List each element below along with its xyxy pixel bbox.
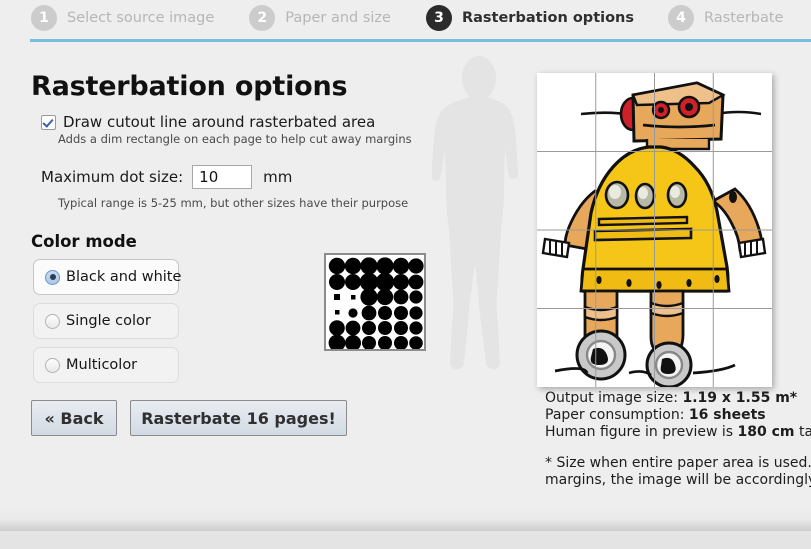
footnote-line-2: margins, the image will be accordingly s… bbox=[545, 472, 811, 488]
radio-black-and-white[interactable]: Black and white bbox=[33, 259, 182, 295]
human-figure-line: Human figure in preview is 180 cm tall bbox=[545, 424, 811, 441]
output-preview bbox=[432, 52, 811, 397]
step-4-label: Rasterbate bbox=[704, 10, 784, 26]
radio-multicolor[interactable]: Multicolor bbox=[33, 347, 179, 383]
human-figure-label: Human figure in preview is bbox=[545, 424, 734, 440]
human-figure-value: 180 cm bbox=[737, 424, 795, 440]
footnote-line-1: * Size when entire paper area is used. I… bbox=[545, 455, 811, 471]
output-info-panel: Output image size: 1.19 x 1.55 m* Paper … bbox=[545, 390, 811, 489]
color-mode-title: Color mode bbox=[31, 232, 137, 251]
radio-black-and-white-label: Black and white bbox=[66, 269, 182, 285]
cutout-line-label: Draw cutout line around rasterbated area bbox=[63, 113, 376, 131]
human-figure-suffix: tall bbox=[798, 424, 811, 440]
output-size-line: Output image size: 1.19 x 1.55 m* bbox=[545, 390, 811, 407]
step-3-label: Rasterbation options bbox=[461, 10, 635, 26]
max-dot-size-unit: mm bbox=[263, 168, 293, 186]
output-size-value: 1.19 x 1.55 m* bbox=[682, 390, 798, 406]
paper-consumption-line: Paper consumption: 16 sheets bbox=[545, 407, 811, 424]
radio-single-color-label: Single color bbox=[66, 313, 151, 329]
radio-single-color[interactable]: Single color bbox=[33, 303, 179, 339]
radio-selected-icon[interactable] bbox=[45, 269, 60, 285]
checkbox-checked-icon[interactable] bbox=[41, 114, 56, 130]
step-1[interactable]: 1 Select source image bbox=[31, 0, 214, 36]
step-2-label: Paper and size bbox=[285, 10, 391, 26]
header-divider bbox=[30, 39, 811, 42]
max-dot-size-row: Maximum dot size: mm bbox=[41, 165, 292, 189]
color-mode-radio-group: Black and white Single color Multicolor bbox=[33, 259, 182, 391]
radio-unselected-icon[interactable] bbox=[45, 357, 60, 373]
step-navigation: 1 Select source image 2 Paper and size 3… bbox=[0, 0, 811, 36]
max-dot-size-hint: Typical range is 5-25 mm, but other size… bbox=[58, 196, 409, 210]
step-3[interactable]: 3 Rasterbation options bbox=[425, 0, 635, 36]
cutout-line-checkbox-row[interactable]: Draw cutout line around rasterbated area bbox=[41, 113, 375, 131]
cutout-line-hint: Adds a dim rectangle on each page to hel… bbox=[58, 132, 412, 146]
page-title: Rasterbation options bbox=[31, 71, 348, 102]
max-dot-size-input[interactable] bbox=[192, 165, 253, 189]
preview-paper-sheet bbox=[537, 73, 772, 387]
step-2-number: 2 bbox=[249, 5, 276, 31]
step-1-label: Select source image bbox=[67, 10, 215, 26]
footer-shadow bbox=[0, 505, 811, 531]
paper-consumption-value: 16 sheets bbox=[688, 407, 766, 423]
robot-source-image bbox=[537, 73, 772, 387]
output-size-label: Output image size: bbox=[545, 390, 678, 406]
step-1-number: 1 bbox=[31, 5, 57, 31]
human-figure-silhouette bbox=[432, 56, 518, 369]
halftone-sample-image bbox=[324, 253, 426, 351]
radio-multicolor-label: Multicolor bbox=[66, 357, 138, 373]
step-2[interactable]: 2 Paper and size bbox=[249, 0, 391, 36]
back-button[interactable]: « Back bbox=[31, 400, 117, 436]
radio-unselected-icon[interactable] bbox=[45, 313, 60, 329]
max-dot-size-label: Maximum dot size: bbox=[41, 168, 184, 186]
step-4-number: 4 bbox=[668, 5, 695, 31]
rasterbator-options-page: 1 Select source image 2 Paper and size 3… bbox=[0, 0, 811, 549]
paper-consumption-label: Paper consumption: bbox=[545, 407, 685, 423]
footer-bar bbox=[0, 531, 811, 549]
info-spacer bbox=[545, 441, 811, 455]
rasterbate-button[interactable]: Rasterbate 16 pages! bbox=[130, 400, 347, 436]
step-3-number: 3 bbox=[425, 5, 452, 31]
step-4[interactable]: 4 Rasterbate bbox=[668, 0, 783, 36]
